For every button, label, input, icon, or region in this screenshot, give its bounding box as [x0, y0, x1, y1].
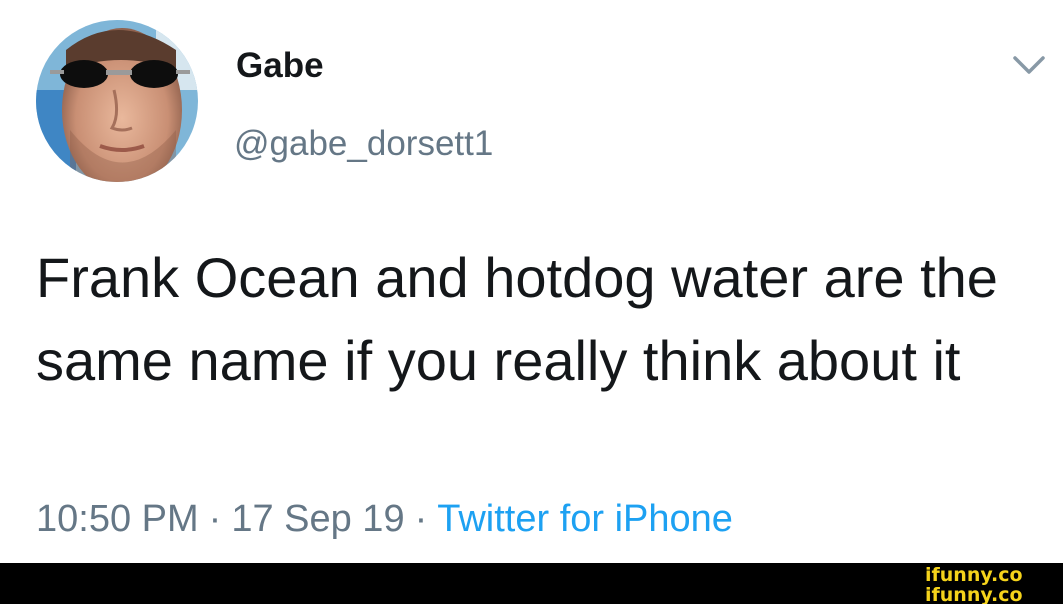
- tweet-card: Gabe @gabe_dorsett1 Frank Ocean and hotd…: [0, 0, 1063, 563]
- author-handle[interactable]: @gabe_dorsett1: [234, 124, 493, 164]
- footer-bar: [0, 563, 1063, 604]
- meta-separator: ·: [414, 498, 428, 540]
- watermark-text: ifunny.co: [925, 564, 1023, 586]
- tweet-time[interactable]: 10:50 PM: [36, 498, 199, 540]
- tweet-meta: 10:50 PM · 17 Sep 19 · Twitter for iPhone: [36, 498, 733, 541]
- author-display-name[interactable]: Gabe: [236, 46, 324, 86]
- watermark-text: ifunny.co: [925, 584, 1023, 604]
- meta-separator: ·: [208, 498, 222, 540]
- tweet-date[interactable]: 17 Sep 19: [231, 498, 404, 540]
- chevron-down-icon[interactable]: [1007, 50, 1051, 80]
- ifunny-watermark-logo: ifunny.co ifunny.co: [923, 563, 1053, 606]
- tweet-source-link[interactable]: Twitter for iPhone: [437, 498, 733, 540]
- avatar-image: [36, 20, 198, 182]
- tweet-text: Frank Ocean and hotdog water are the sam…: [36, 246, 998, 392]
- avatar[interactable]: [36, 20, 198, 182]
